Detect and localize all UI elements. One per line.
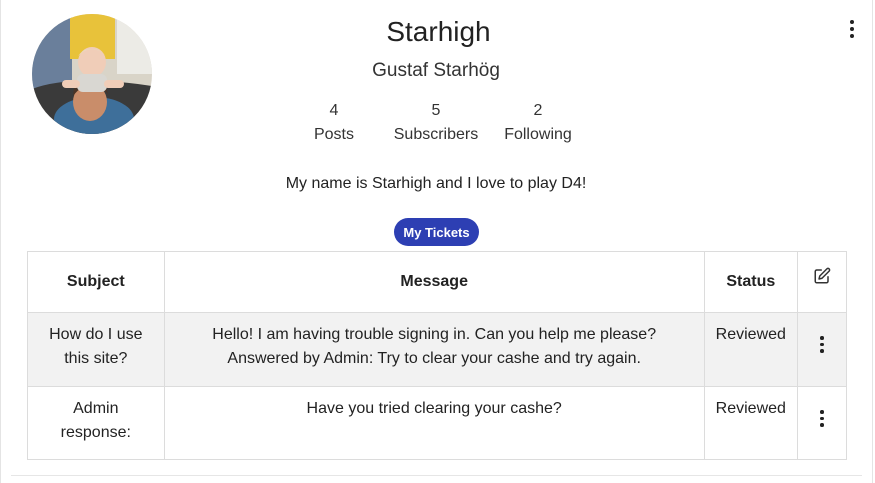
table-row[interactable]: How do I use this site? Hello! I am havi… (27, 312, 848, 387)
profile-bio: My name is Starhigh and I love to play D… (285, 175, 587, 192)
cell-message: Have you tried clearing your cashe? (163, 386, 705, 460)
admin-answer-text: Answered by Admin: Try to clear your cas… (227, 350, 641, 367)
cell-subject: Admin response: (27, 386, 165, 460)
profile-full-name: Gustaf Starhög (372, 60, 500, 81)
card-divider (11, 475, 862, 476)
cell-status: Reviewed (703, 386, 798, 460)
tickets-table: Subject Message Status How do I use this… (27, 251, 848, 460)
cell-message: Hello! I am having trouble signing in. C… (163, 312, 705, 387)
row-menu-button[interactable] (820, 410, 824, 427)
cell-status: Reviewed (703, 312, 798, 387)
more-vertical-icon (820, 336, 824, 340)
message-text: Have you tried clearing your cashe? (306, 400, 562, 417)
row-menu-button[interactable] (820, 336, 824, 353)
profile-stats: 4 Posts 5 Subscribers 2 Following (1, 102, 875, 148)
cell-subject: How do I use this site? (27, 312, 165, 387)
stat-following[interactable]: 2 Following (478, 102, 598, 144)
my-tickets-button[interactable]: My Tickets (394, 218, 479, 246)
more-vertical-icon (820, 410, 824, 414)
message-text: Hello! I am having trouble signing in. C… (212, 326, 657, 343)
cell-actions (796, 386, 848, 460)
edit-icon[interactable] (813, 267, 831, 290)
header-edit (796, 251, 848, 313)
profile-card: Starhigh Gustaf Starhög 4 Posts 5 Subscr… (0, 0, 873, 483)
table-row[interactable]: Admin response: Have you tried clearing … (27, 386, 848, 460)
header-subject: Subject (27, 251, 165, 313)
stat-following-label: Following (504, 126, 572, 143)
header-status: Status (703, 251, 798, 313)
header-message: Message (163, 251, 705, 313)
table-header-row: Subject Message Status (27, 251, 848, 313)
cell-actions (796, 312, 848, 387)
profile-handle: Starhigh (386, 16, 491, 47)
stat-following-count: 2 (533, 102, 543, 119)
